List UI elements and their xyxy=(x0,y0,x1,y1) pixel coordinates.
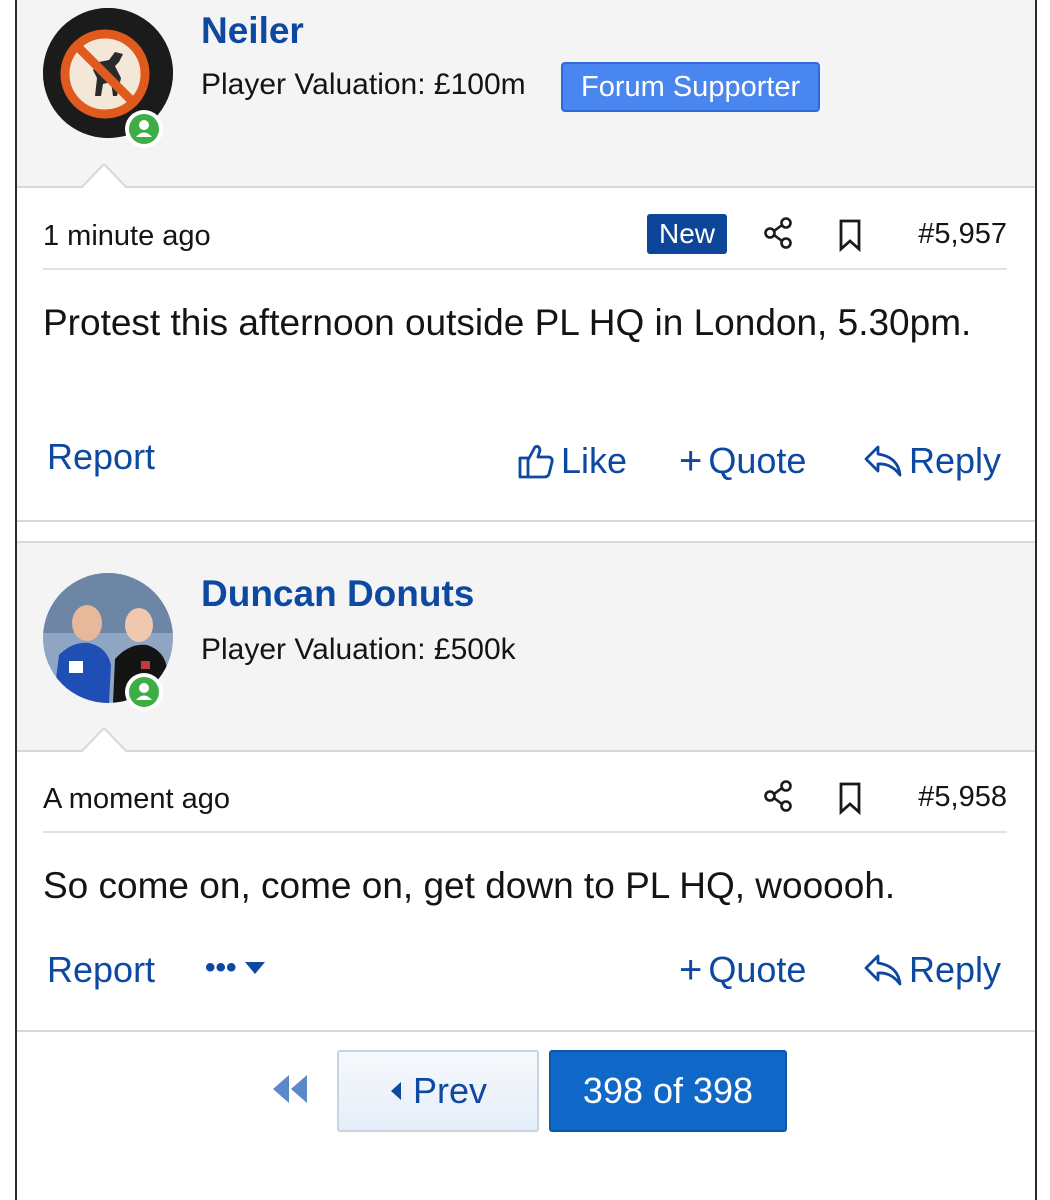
reply-label: Reply xyxy=(909,949,1002,990)
thumbs-up-icon xyxy=(518,445,554,479)
username-link[interactable]: Neiler xyxy=(201,10,304,52)
current-page-label: 398 of 398 xyxy=(582,1070,754,1111)
post-number-link[interactable]: #5,957 xyxy=(918,218,1007,251)
plus-icon: + xyxy=(679,948,703,992)
online-status-icon xyxy=(125,110,163,148)
report-link[interactable]: Report xyxy=(47,949,155,991)
like-button[interactable]: Like xyxy=(517,440,627,482)
reply-label: Reply xyxy=(909,440,1002,481)
first-page-icon[interactable] xyxy=(269,1072,309,1106)
bookmark-icon[interactable] xyxy=(833,218,867,253)
prev-page-button[interactable]: Prev xyxy=(337,1050,539,1132)
user-valuation: Player Valuation: £100m xyxy=(201,68,526,101)
current-page-indicator[interactable]: 398 of 398 xyxy=(549,1050,787,1132)
post-divider xyxy=(17,1030,1035,1032)
bookmark-icon[interactable] xyxy=(833,781,867,816)
reply-arrow-icon xyxy=(864,954,902,986)
quote-button[interactable]: + Quote xyxy=(679,949,806,991)
share-icon[interactable] xyxy=(761,779,795,813)
report-link[interactable]: Report xyxy=(47,436,155,478)
post-body: Protest this afternoon outside PL HQ in … xyxy=(43,302,972,343)
forum-supporter-badge: Forum Supporter xyxy=(561,62,821,112)
post-number-link[interactable]: #5,958 xyxy=(918,781,1007,814)
online-status-icon xyxy=(125,673,163,711)
quote-label: Quote xyxy=(708,949,807,990)
plus-icon: + xyxy=(679,439,703,483)
caret-left-icon xyxy=(390,1082,401,1100)
reply-button[interactable]: Reply xyxy=(863,440,1001,482)
more-actions-button[interactable]: ••• xyxy=(205,951,267,985)
quote-label: Quote xyxy=(708,440,807,481)
post-author-header: Neiler Player Valuation: £100m Forum Sup… xyxy=(17,0,1035,188)
post-divider xyxy=(17,520,1035,522)
like-label: Like xyxy=(561,440,628,481)
new-badge: New xyxy=(647,214,728,254)
share-icon[interactable] xyxy=(761,216,795,250)
report-label: Report xyxy=(47,436,156,477)
post-author-header: Duncan Donuts Player Valuation: £500k xyxy=(17,541,1035,752)
reply-arrow-icon xyxy=(864,445,902,477)
username-link[interactable]: Duncan Donuts xyxy=(201,573,474,615)
header-pointer xyxy=(81,728,127,752)
ellipsis-icon: ••• xyxy=(205,951,237,984)
quote-button[interactable]: + Quote xyxy=(679,440,806,482)
report-label: Report xyxy=(47,949,156,990)
post-body: So come on, come on, get down to PL HQ, … xyxy=(43,865,896,906)
post-meta-bar: A moment ago #5,958 xyxy=(43,771,1007,833)
post-time-link[interactable]: 1 minute ago xyxy=(43,220,211,253)
header-pointer xyxy=(81,164,127,188)
user-valuation: Player Valuation: £500k xyxy=(201,633,516,666)
thread-frame: Neiler Player Valuation: £100m Forum Sup… xyxy=(15,0,1037,1200)
post-time-link[interactable]: A moment ago xyxy=(43,783,230,816)
reply-button[interactable]: Reply xyxy=(863,949,1001,991)
prev-label: Prev xyxy=(412,1070,488,1111)
caret-down-icon xyxy=(244,962,265,974)
post-meta-bar: 1 minute ago New #5,957 xyxy=(43,208,1007,270)
